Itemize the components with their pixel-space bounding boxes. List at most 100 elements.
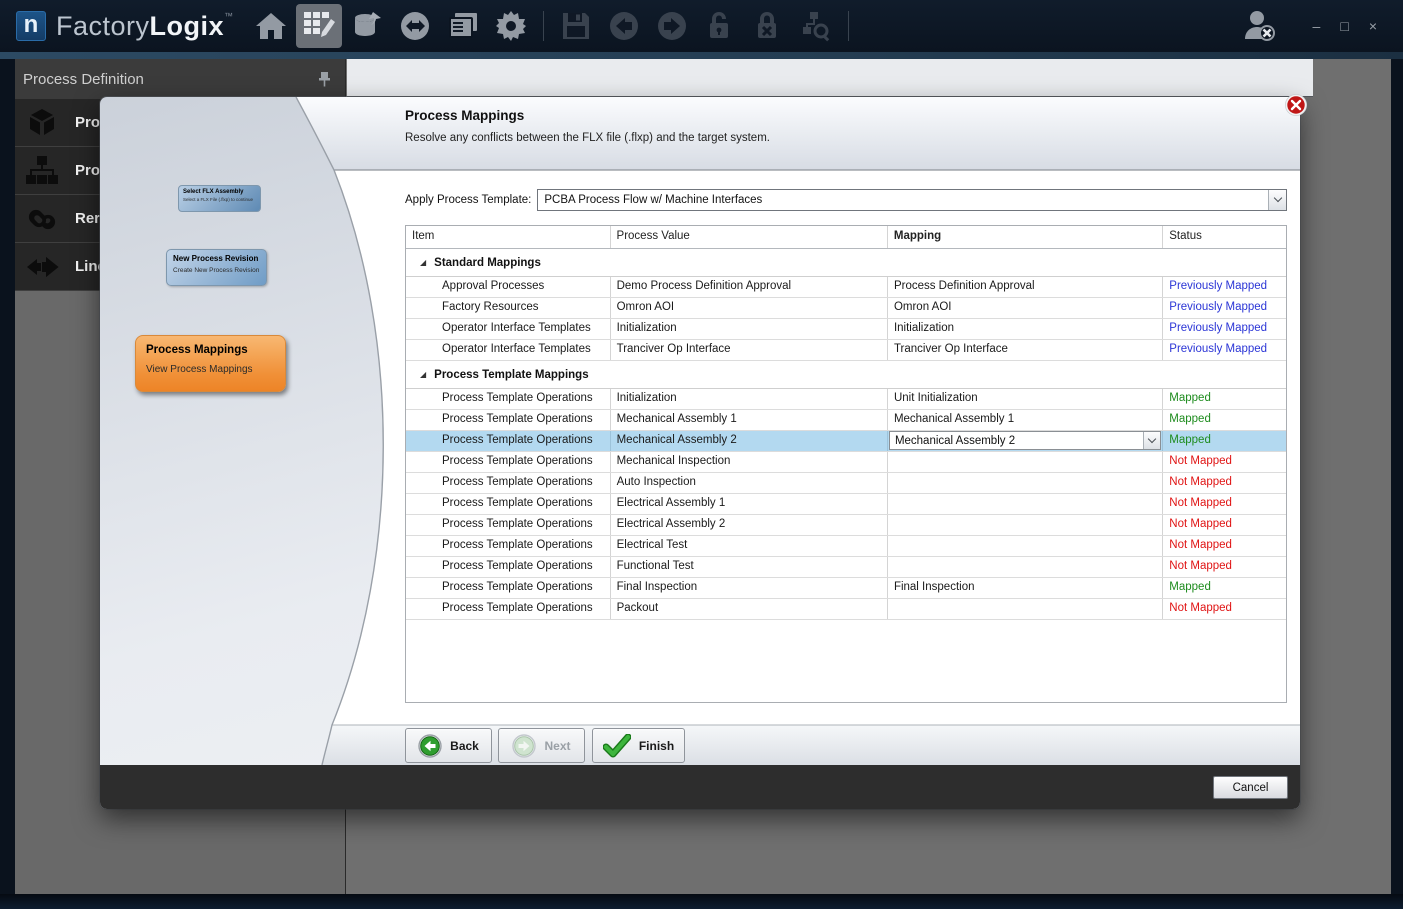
mapping-row[interactable]: Process Template OperationsElectrical As… bbox=[406, 494, 1286, 515]
mapping-cell[interactable]: Omron AOI bbox=[888, 298, 1163, 318]
close-window-button[interactable]: × bbox=[1369, 18, 1377, 34]
navigate-back-button[interactable] bbox=[601, 4, 647, 48]
mapping-cell[interactable] bbox=[888, 494, 1163, 514]
apply-template-label: Apply Process Template: bbox=[405, 194, 531, 206]
process-value-cell: Demo Process Definition Approval bbox=[611, 277, 888, 297]
mapping-row[interactable]: Process Template OperationsElectrical Te… bbox=[406, 536, 1286, 557]
mapping-row[interactable]: Process Template Operations Final Inspect… bbox=[406, 578, 1286, 599]
status-cell: Not Mapped bbox=[1163, 452, 1286, 472]
mapping-cell[interactable]: Mechanical Assembly 2 bbox=[888, 431, 1163, 451]
process-mappings-dialog: Process Mappings Resolve any conflicts b… bbox=[100, 97, 1300, 809]
mapping-cell[interactable] bbox=[888, 452, 1163, 472]
documents-icon bbox=[447, 10, 479, 42]
finish-check-icon bbox=[603, 734, 631, 758]
status-cell: Previously Mapped bbox=[1163, 277, 1286, 297]
home-button[interactable] bbox=[248, 4, 294, 48]
status-cell: Mapped bbox=[1163, 431, 1286, 451]
mapping-row[interactable]: Process Template OperationsAuto Inspecti… bbox=[406, 473, 1286, 494]
process-value-cell: Initialization bbox=[611, 389, 888, 409]
column-header-status[interactable]: Status bbox=[1163, 226, 1286, 248]
process-audit-button[interactable] bbox=[793, 4, 839, 48]
item-cell: Operator Interface Templates bbox=[406, 319, 611, 339]
mapping-cell[interactable] bbox=[888, 599, 1163, 619]
dialog-close-button[interactable] bbox=[1284, 93, 1308, 117]
mapping-cell[interactable] bbox=[888, 473, 1163, 493]
mapping-row[interactable]: Process Template OperationsMechanical As… bbox=[406, 410, 1286, 431]
process-template-combobox[interactable]: PCBA Process Flow w/ Machine Interfaces bbox=[537, 189, 1287, 211]
material-logistics-button[interactable] bbox=[344, 4, 390, 48]
item-cell: Process Template Operations bbox=[406, 578, 611, 598]
step-subtitle: Create New Process Revision bbox=[173, 267, 260, 274]
maximize-button[interactable]: □ bbox=[1340, 18, 1348, 34]
chevron-down-icon bbox=[1148, 435, 1156, 443]
process-value-cell: Omron AOI bbox=[611, 298, 888, 318]
save-button[interactable] bbox=[553, 4, 599, 48]
process-definition-editor-button[interactable] bbox=[296, 4, 342, 48]
sync-transfer-button[interactable] bbox=[392, 4, 438, 48]
wizard-step-select-flx-assembly[interactable]: Select FLX Assembly Select a FLX File (.… bbox=[178, 185, 261, 212]
documents-button[interactable] bbox=[440, 4, 486, 48]
wizard-step-process-mappings-current[interactable]: Process Mappings View Process Mappings bbox=[135, 335, 286, 392]
back-circle-icon bbox=[608, 10, 640, 42]
mapping-row[interactable]: Process Template OperationsElectrical As… bbox=[406, 515, 1286, 536]
group-collapse-triangle-icon[interactable]: ◢ bbox=[420, 258, 426, 267]
item-cell: Operator Interface Templates bbox=[406, 340, 611, 360]
column-header-process-value[interactable]: Process Value bbox=[611, 226, 888, 248]
cancel-button[interactable]: Cancel bbox=[1213, 776, 1288, 799]
mapping-row[interactable]: Process Template OperationsInitializatio… bbox=[406, 389, 1286, 410]
settings-button[interactable] bbox=[488, 4, 534, 48]
mapping-row[interactable]: Process Template OperationsMechanical In… bbox=[406, 452, 1286, 473]
group-header-row[interactable]: ◢Process Template Mappings bbox=[406, 361, 1286, 389]
back-button[interactable]: Back bbox=[405, 728, 492, 763]
item-cell: Factory Resources bbox=[406, 298, 611, 318]
wizard-step-new-process-revision[interactable]: New Process Revision Create New Process … bbox=[166, 249, 267, 286]
lock-remove-button[interactable] bbox=[745, 4, 791, 48]
pushpin-icon[interactable] bbox=[318, 71, 331, 87]
unlock-icon bbox=[706, 11, 734, 41]
mapping-cell[interactable]: Tranciver Op Interface bbox=[888, 340, 1163, 360]
product-cube-icon bbox=[25, 106, 59, 140]
next-button-disabled[interactable]: Next bbox=[498, 728, 585, 763]
column-header-mapping[interactable]: Mapping bbox=[888, 226, 1163, 248]
finish-button[interactable]: Finish bbox=[592, 728, 685, 763]
item-cell: Approval Processes bbox=[406, 277, 611, 297]
mapping-row[interactable]: Process Template OperationsPackoutNot Ma… bbox=[406, 599, 1286, 620]
column-header-item[interactable]: Item bbox=[406, 226, 611, 248]
mapping-cell[interactable]: Process Definition Approval bbox=[888, 277, 1163, 297]
combobox-dropdown-button[interactable] bbox=[1268, 190, 1286, 210]
navigate-forward-button[interactable] bbox=[649, 4, 695, 48]
group-collapse-triangle-icon[interactable]: ◢ bbox=[420, 370, 426, 379]
mapping-combobox[interactable]: Mechanical Assembly 2 bbox=[889, 431, 1161, 450]
mapping-row[interactable]: Process Template OperationsFunctional Te… bbox=[406, 557, 1286, 578]
toolbar-separator bbox=[543, 11, 544, 41]
dialog-subtitle: Resolve any conflicts between the FLX fi… bbox=[405, 132, 770, 144]
minimize-button[interactable]: – bbox=[1313, 18, 1321, 34]
mapping-cell[interactable] bbox=[888, 557, 1163, 577]
item-cell: Process Template Operations bbox=[406, 536, 611, 556]
combobox-dropdown-button[interactable] bbox=[1143, 432, 1160, 449]
toolbar-separator bbox=[848, 11, 849, 41]
item-cell: Process Template Operations bbox=[406, 599, 611, 619]
status-cell: Not Mapped bbox=[1163, 557, 1286, 577]
item-cell: Process Template Operations bbox=[406, 452, 611, 472]
mapping-row[interactable]: Operator Interface Templates Initializati… bbox=[406, 319, 1286, 340]
mapping-cell[interactable]: Initialization bbox=[888, 319, 1163, 339]
item-cell: Process Template Operations bbox=[406, 473, 611, 493]
mapping-cell[interactable] bbox=[888, 536, 1163, 556]
mapping-row[interactable]: Process Template OperationsMechanical As… bbox=[406, 431, 1286, 452]
mapping-cell[interactable] bbox=[888, 515, 1163, 535]
next-label: Next bbox=[544, 739, 570, 753]
mapping-row[interactable]: Factory ResourcesOmron AOIOmron AOIPrevi… bbox=[406, 298, 1286, 319]
item-cell: Process Template Operations bbox=[406, 494, 611, 514]
mapping-row[interactable]: Approval ProcessesDemo Process Definitio… bbox=[406, 277, 1286, 298]
mapping-cell[interactable]: Unit Initialization bbox=[888, 389, 1163, 409]
mapping-cell[interactable]: Final Inspection bbox=[888, 578, 1163, 598]
main-header-band bbox=[347, 59, 1313, 97]
unlock-button[interactable] bbox=[697, 4, 743, 48]
mapping-row[interactable]: Operator Interface Templates Tranciver Op… bbox=[406, 340, 1286, 361]
group-header-row[interactable]: ◢Standard Mappings bbox=[406, 249, 1286, 277]
process-value-cell: Packout bbox=[611, 599, 888, 619]
home-icon bbox=[255, 11, 287, 41]
mapping-cell[interactable]: Mechanical Assembly 1 bbox=[888, 410, 1163, 430]
logout-user-button[interactable] bbox=[1236, 4, 1282, 48]
